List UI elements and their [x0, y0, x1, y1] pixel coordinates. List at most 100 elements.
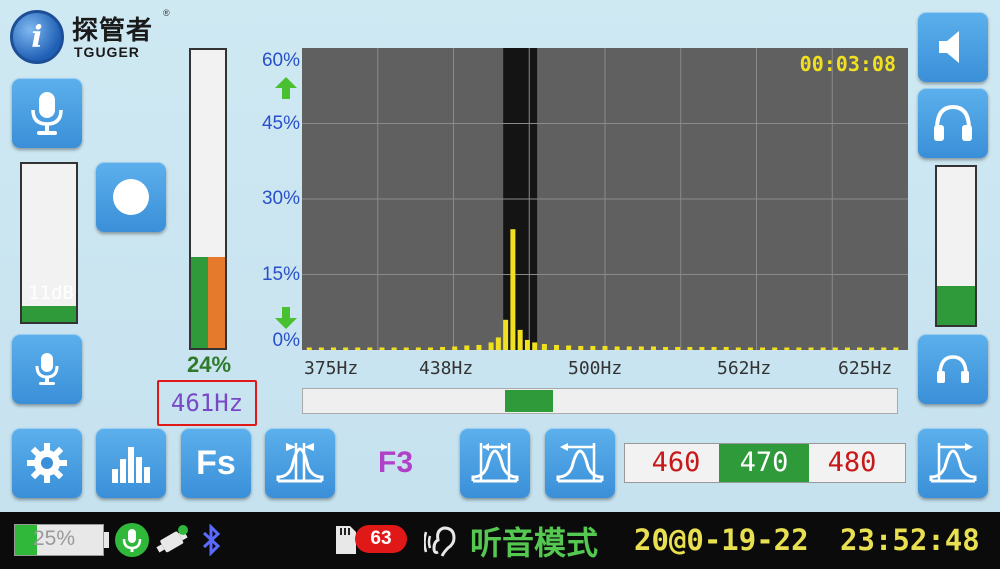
spectrum-bar [735, 347, 741, 350]
speaker-icon [939, 31, 959, 63]
freq-option-low[interactable]: 460 [631, 444, 721, 482]
spectrum-bar [747, 347, 753, 350]
wide-band-button[interactable] [460, 428, 530, 498]
spectrum-bar [566, 345, 572, 350]
x-tick-label: 625Hz [838, 358, 893, 379]
mic-status-icon [115, 523, 149, 557]
spectrum-view-button[interactable] [96, 428, 166, 498]
spectrum-bar [318, 347, 324, 350]
freq-option-high[interactable]: 480 [807, 444, 897, 482]
y-tick-label: 60% [261, 50, 300, 71]
y-tick-label: 45% [261, 113, 300, 134]
frequency-slider-thumb[interactable] [504, 390, 553, 412]
spectrum-bar [452, 346, 458, 350]
spectrum-bar [808, 347, 814, 350]
spectrum-bar [306, 347, 312, 350]
x-tick-label: 562Hz [717, 358, 772, 379]
spectrum-bar [495, 337, 501, 350]
filter-label: F3 [378, 446, 414, 479]
spectrum-bar [675, 346, 681, 350]
ear-listen-icon [424, 526, 456, 557]
microphone-small-icon [35, 353, 59, 385]
x-tick-label: 375Hz [304, 358, 359, 379]
shift-left-band-button[interactable] [545, 428, 615, 498]
spectrum-bar [427, 347, 433, 350]
small-microphone-button[interactable] [12, 334, 82, 404]
record-button[interactable] [96, 162, 166, 232]
spectrum-bar [532, 342, 538, 350]
fs-button[interactable]: Fs [181, 428, 251, 498]
spectrum-bar [403, 347, 409, 350]
microphone-button[interactable] [12, 78, 82, 148]
spectrum-bar [711, 346, 717, 350]
spectrum-bar [820, 347, 826, 350]
spectrum-plot [302, 48, 908, 350]
narrow-band-button[interactable] [265, 428, 335, 498]
spectrum-chart[interactable]: 00:03:08 [302, 48, 908, 350]
spectrum-bar [440, 346, 446, 350]
spectrum-bar [869, 347, 875, 350]
output-volume-meter-fill [937, 285, 975, 325]
spectrum-bar [331, 347, 337, 350]
spectrum-bar [464, 345, 470, 350]
settings-button[interactable] [12, 428, 82, 498]
small-headphones-button[interactable] [918, 334, 988, 404]
spectrum-bar [844, 347, 850, 350]
logo-chinese-name: 探管者 [72, 15, 154, 45]
signal-meter-green-bar [191, 257, 208, 348]
spectrum-bar [391, 347, 397, 350]
spectrum-bar [578, 345, 584, 350]
spectrum-bar [784, 347, 790, 350]
input-gain-meter-fill [22, 306, 76, 322]
headphones-button[interactable] [918, 88, 988, 158]
spectrum-bar [699, 346, 705, 350]
shift-right-band-button[interactable] [918, 428, 988, 498]
spectrum-bar [663, 346, 669, 350]
center-frequency-selector[interactable]: 460 470 480 [624, 443, 906, 483]
frequency-readout: 461Hz [157, 380, 257, 426]
bluetooth-icon [202, 524, 221, 556]
y-tick-label: 0% [272, 330, 300, 351]
spectrum-bar [379, 347, 385, 350]
spectrum-bar [602, 345, 608, 350]
signal-strength-meter [189, 48, 227, 350]
mode-label: 听音模式 [470, 525, 599, 561]
spectrum-bar [367, 347, 373, 350]
input-gain-meter: 11dB [20, 162, 78, 324]
spectrum-bar [687, 346, 693, 350]
freq-option-selected[interactable]: 470 [719, 444, 809, 482]
band-wide-icon [471, 443, 519, 483]
input-gain-label: 11dB [28, 282, 74, 304]
status-bar: 25% 63 听音模式 20@0-19-22 23:52:48 [0, 512, 1000, 569]
speaker-button[interactable] [918, 12, 988, 82]
band-shift-left-icon [556, 443, 604, 483]
spectrum-bar [415, 347, 421, 350]
scale-down-arrow-icon[interactable] [274, 306, 298, 330]
spectrum-bar [614, 346, 620, 350]
bar-chart-icon [112, 447, 150, 483]
spectrum-bar [488, 342, 494, 350]
logo-registered-mark: ® [163, 8, 170, 18]
battery-tip [104, 532, 109, 548]
fs-label: Fs [196, 443, 236, 482]
spectrum-bar [541, 343, 547, 350]
band-narrow-icon [276, 443, 324, 483]
record-dot-icon [113, 179, 149, 215]
brand-logo: i 探管者 TGUGER ® [10, 8, 180, 66]
spectrum-bar [760, 347, 766, 350]
spectrum-bar [772, 347, 778, 350]
spectrum-bar [524, 339, 530, 350]
spectrum-bar [355, 347, 361, 350]
x-tick-label: 500Hz [568, 358, 623, 379]
record-count-badge: 63 [355, 525, 407, 553]
spectrum-bar [723, 346, 729, 350]
frequency-slider[interactable] [302, 388, 898, 414]
probe-connector-icon [156, 525, 188, 553]
battery-indicator: 25% [14, 524, 104, 556]
spectrum-bar [626, 346, 632, 350]
headphones-icon [934, 104, 972, 141]
scale-up-arrow-icon[interactable] [274, 76, 298, 100]
clock-display: 23:52:48 [840, 523, 980, 557]
x-tick-label: 438Hz [419, 358, 474, 379]
y-tick-label: 15% [261, 264, 300, 285]
